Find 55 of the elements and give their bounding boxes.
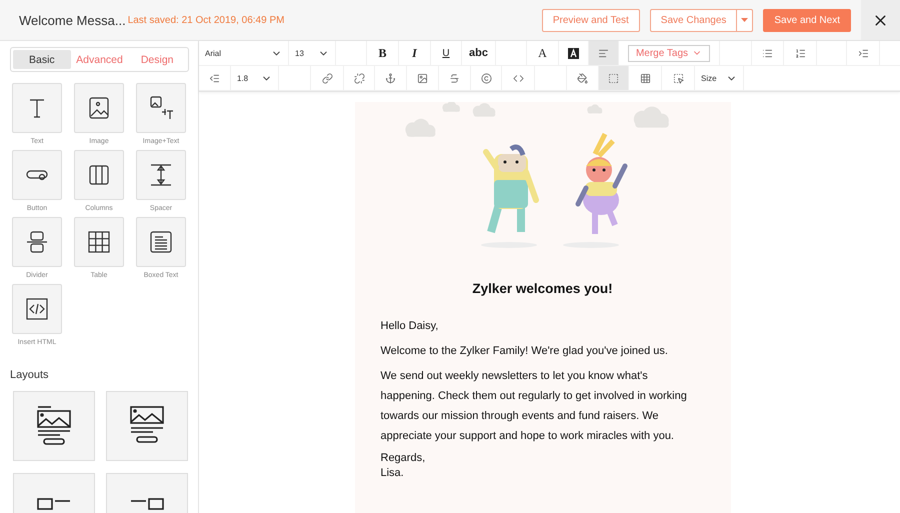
dropdown[interactable]: Arial <box>199 41 289 65</box>
format-button[interactable]: U <box>442 48 450 58</box>
paint-bucket-icon[interactable] <box>577 72 588 84</box>
divider-icon <box>24 229 50 255</box>
link-icon[interactable] <box>322 72 332 84</box>
dashed-border-icon[interactable] <box>608 72 619 84</box>
format-button[interactable]: abc <box>469 47 488 59</box>
tab[interactable]: Basic <box>13 50 71 69</box>
email-paragraph: Welcome to the Zylker Family! We're glad you've joined us. <box>380 344 669 359</box>
numbered-list-icon[interactable] <box>794 48 806 58</box>
format-button[interactable]: I <box>412 46 417 60</box>
table-icon <box>86 229 112 255</box>
image-text-icon <box>148 95 174 121</box>
block-tile[interactable] <box>136 83 186 133</box>
block-tile[interactable] <box>136 217 186 267</box>
code-icon[interactable] <box>512 72 524 84</box>
block-tile[interactable] <box>74 217 124 267</box>
block-tile[interactable] <box>74 83 124 133</box>
spacer-icon <box>148 162 174 188</box>
align-icon[interactable] <box>598 48 609 58</box>
email-heading: Zylker welcomes you! <box>471 281 614 296</box>
format-button[interactable]: B <box>378 46 386 60</box>
block-tile[interactable] <box>136 150 186 200</box>
email-paragraph: Hello Daisy, <box>380 319 440 334</box>
block-tile[interactable] <box>12 217 62 267</box>
email-paragraph: We send out weekly newsletters to let you know what's happening. Check them out regularly to get involved in working towards our mission through events and fund raisers. We appreciate your support and hope to work miracles with you. <box>380 369 688 444</box>
dropdown[interactable]: 13 <box>289 41 336 65</box>
copyright-icon[interactable] <box>480 72 492 84</box>
save-options-button[interactable] <box>737 8 754 32</box>
strikethrough-icon[interactable] <box>449 72 460 84</box>
dropdown[interactable]: 1.8 <box>231 66 279 90</box>
selection-icon[interactable] <box>672 72 684 84</box>
unlink-icon[interactable] <box>354 72 364 84</box>
indent-icon[interactable] <box>858 48 868 58</box>
block-tile[interactable] <box>12 150 62 200</box>
caret-icon <box>741 18 748 22</box>
layout-tile[interactable] <box>106 391 188 461</box>
image-icon[interactable] <box>417 72 428 84</box>
outdent-icon[interactable] <box>209 72 220 84</box>
format-button[interactable]: A <box>538 46 547 60</box>
section-title: Layouts <box>10 369 50 381</box>
boxed-text-icon <box>148 229 174 255</box>
highlight-letter-icon[interactable] <box>568 48 579 58</box>
email-signoff: Regards, Lisa. <box>380 451 426 481</box>
document-title: Welcome Messa... <box>19 12 126 28</box>
html-icon <box>24 296 50 322</box>
last-saved-text: Last saved: 21 Oct 2019, 06:49 PM <box>128 14 284 26</box>
anchor-icon[interactable] <box>385 72 396 84</box>
grid-icon[interactable] <box>640 72 650 84</box>
dropdown[interactable]: Size <box>695 66 744 90</box>
block-tile[interactable] <box>12 284 62 334</box>
layout-tile[interactable] <box>13 391 95 461</box>
block-tile[interactable] <box>74 150 124 200</box>
close-button[interactable] <box>861 0 900 40</box>
block-tile[interactable] <box>12 83 62 133</box>
